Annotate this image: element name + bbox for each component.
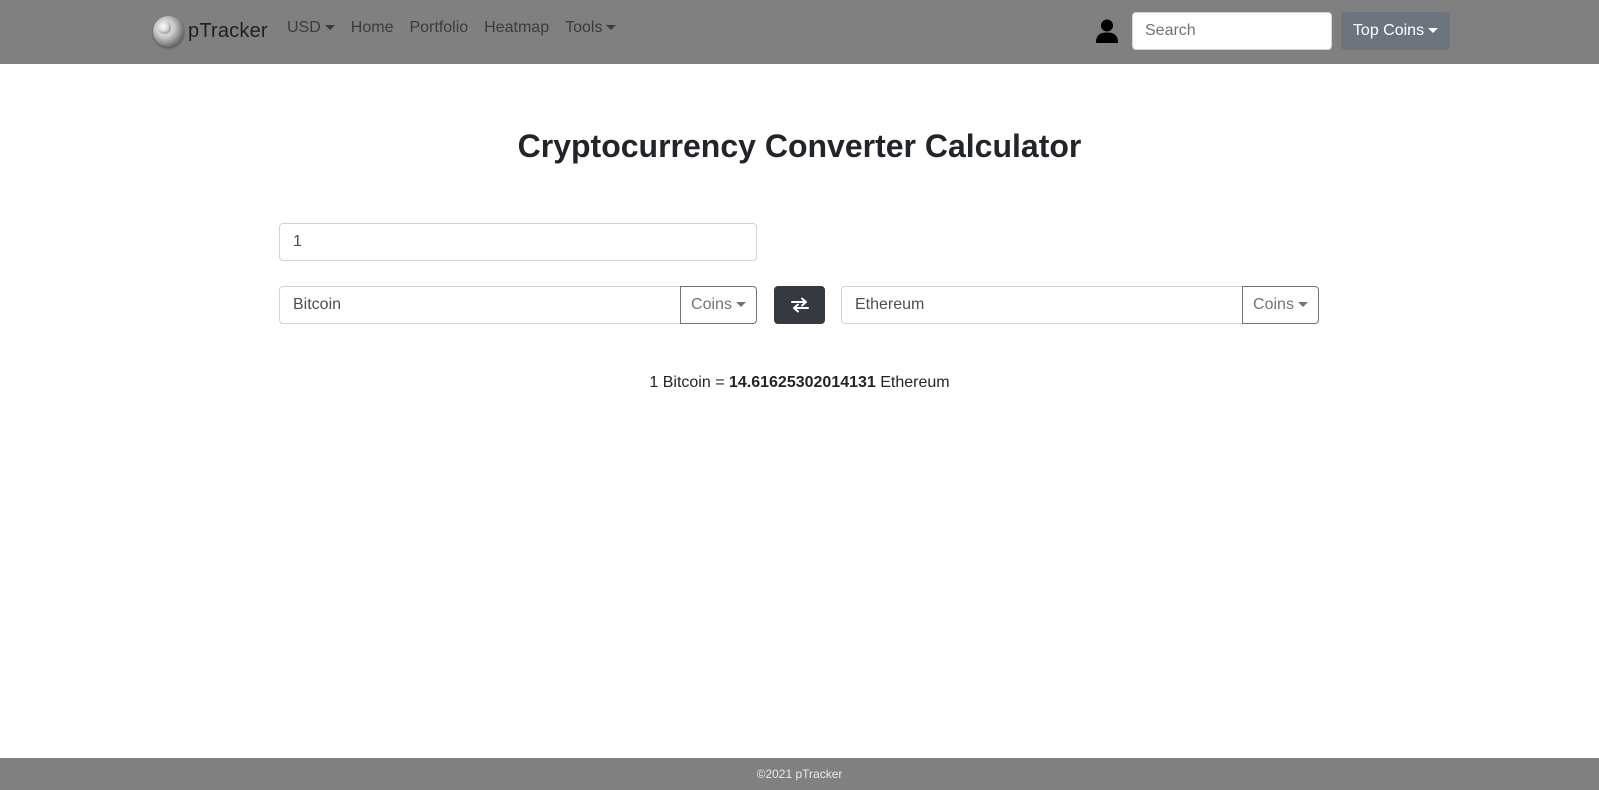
brand-link[interactable]: pTracker (153, 13, 268, 49)
nav-link-portfolio[interactable]: Portfolio (409, 19, 468, 37)
tools-label: Tools (565, 19, 603, 36)
from-coins-dropdown[interactable]: Coins (680, 286, 757, 324)
brand-name: pTracker (188, 19, 268, 42)
nav-items: USD Home Portfolio Heatmap Tools (287, 19, 617, 37)
chevron-down-icon (735, 301, 746, 307)
swap-button[interactable] (774, 286, 825, 324)
page-title: Cryptocurrency Converter Calculator (517, 128, 1082, 164)
to-coins-dropdown[interactable]: Coins (1242, 286, 1319, 324)
to-coin-input[interactable] (841, 286, 1242, 324)
page: pTracker USD Home Portfolio Heatmap Tool… (0, 0, 1599, 790)
result-suffix: Ethereum (875, 374, 950, 391)
swap-arrows-icon (790, 297, 809, 313)
top-coins-label: Top Coins (1352, 22, 1425, 39)
nav-link-heatmap[interactable]: Heatmap (484, 19, 549, 37)
currency-dropdown[interactable]: USD (287, 19, 335, 37)
to-coin-group: Coins (841, 286, 1319, 324)
top-coins-button[interactable]: Top Coins (1341, 12, 1450, 50)
from-coin-group: Coins (279, 286, 757, 324)
sphere-logo-icon (153, 15, 184, 47)
amount-input[interactable] (279, 223, 757, 261)
tools-dropdown[interactable]: Tools (565, 19, 617, 37)
coins-label: Coins (1253, 296, 1294, 313)
navbar: pTracker USD Home Portfolio Heatmap Tool… (0, 0, 1599, 64)
user-icon[interactable] (1096, 19, 1118, 43)
from-coin-input[interactable] (279, 286, 680, 324)
currency-label: USD (287, 19, 321, 36)
nav-link-home[interactable]: Home (351, 19, 394, 37)
search-input[interactable] (1132, 12, 1332, 50)
chevron-down-icon (606, 24, 617, 30)
chevron-down-icon (324, 24, 335, 30)
footer-copyright: ©2021 pTracker (756, 767, 843, 781)
conversion-result: 1 Bitcoin = 14.61625302014131 Ethereum (0, 374, 1599, 392)
chevron-down-icon (1297, 301, 1308, 307)
result-prefix: 1 Bitcoin = (649, 374, 729, 391)
footer: ©2021 pTracker (0, 758, 1599, 790)
chevron-down-icon (1428, 27, 1439, 33)
coins-label: Coins (691, 296, 732, 313)
result-value: 14.61625302014131 (728, 374, 876, 391)
